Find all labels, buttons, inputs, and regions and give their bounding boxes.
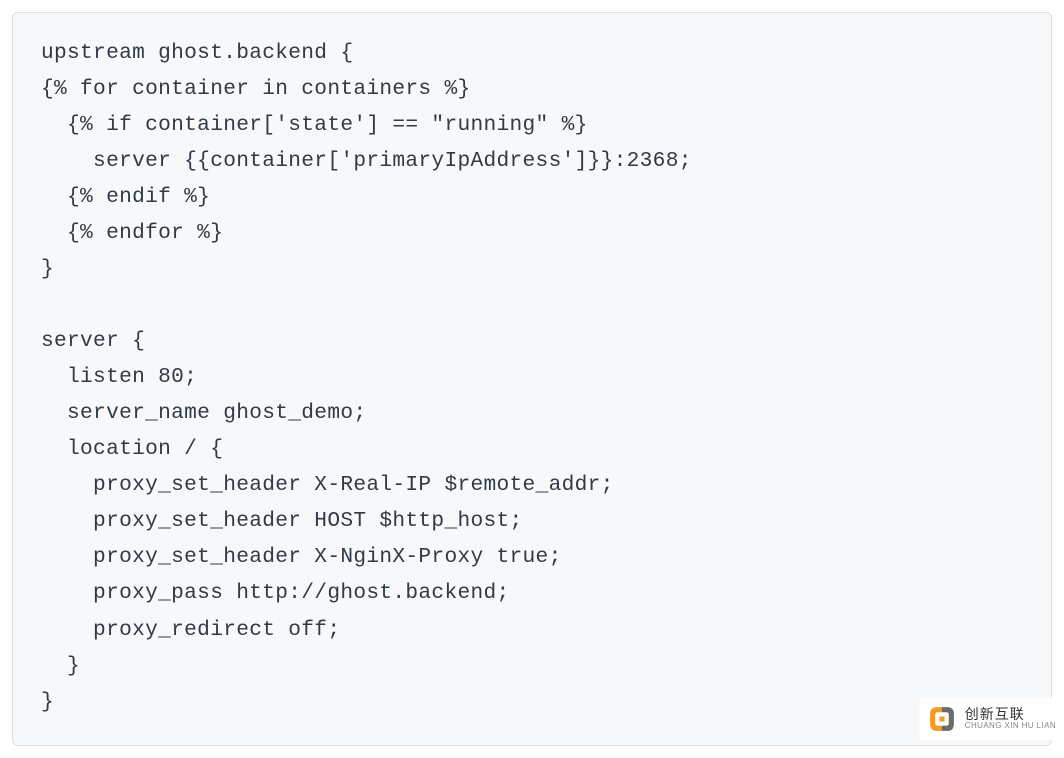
watermark-text: 创新互联 CHUANG XIN HU LIAN xyxy=(965,707,1056,730)
watermark-logo-icon xyxy=(925,702,959,736)
watermark-cn: 创新互联 xyxy=(965,707,1056,722)
watermark: 创新互联 CHUANG XIN HU LIAN xyxy=(919,698,1064,740)
code-block: upstream ghost.backend { {% for containe… xyxy=(12,12,1052,746)
code-content[interactable]: upstream ghost.backend { {% for containe… xyxy=(41,35,1023,720)
watermark-en: CHUANG XIN HU LIAN xyxy=(965,722,1056,730)
